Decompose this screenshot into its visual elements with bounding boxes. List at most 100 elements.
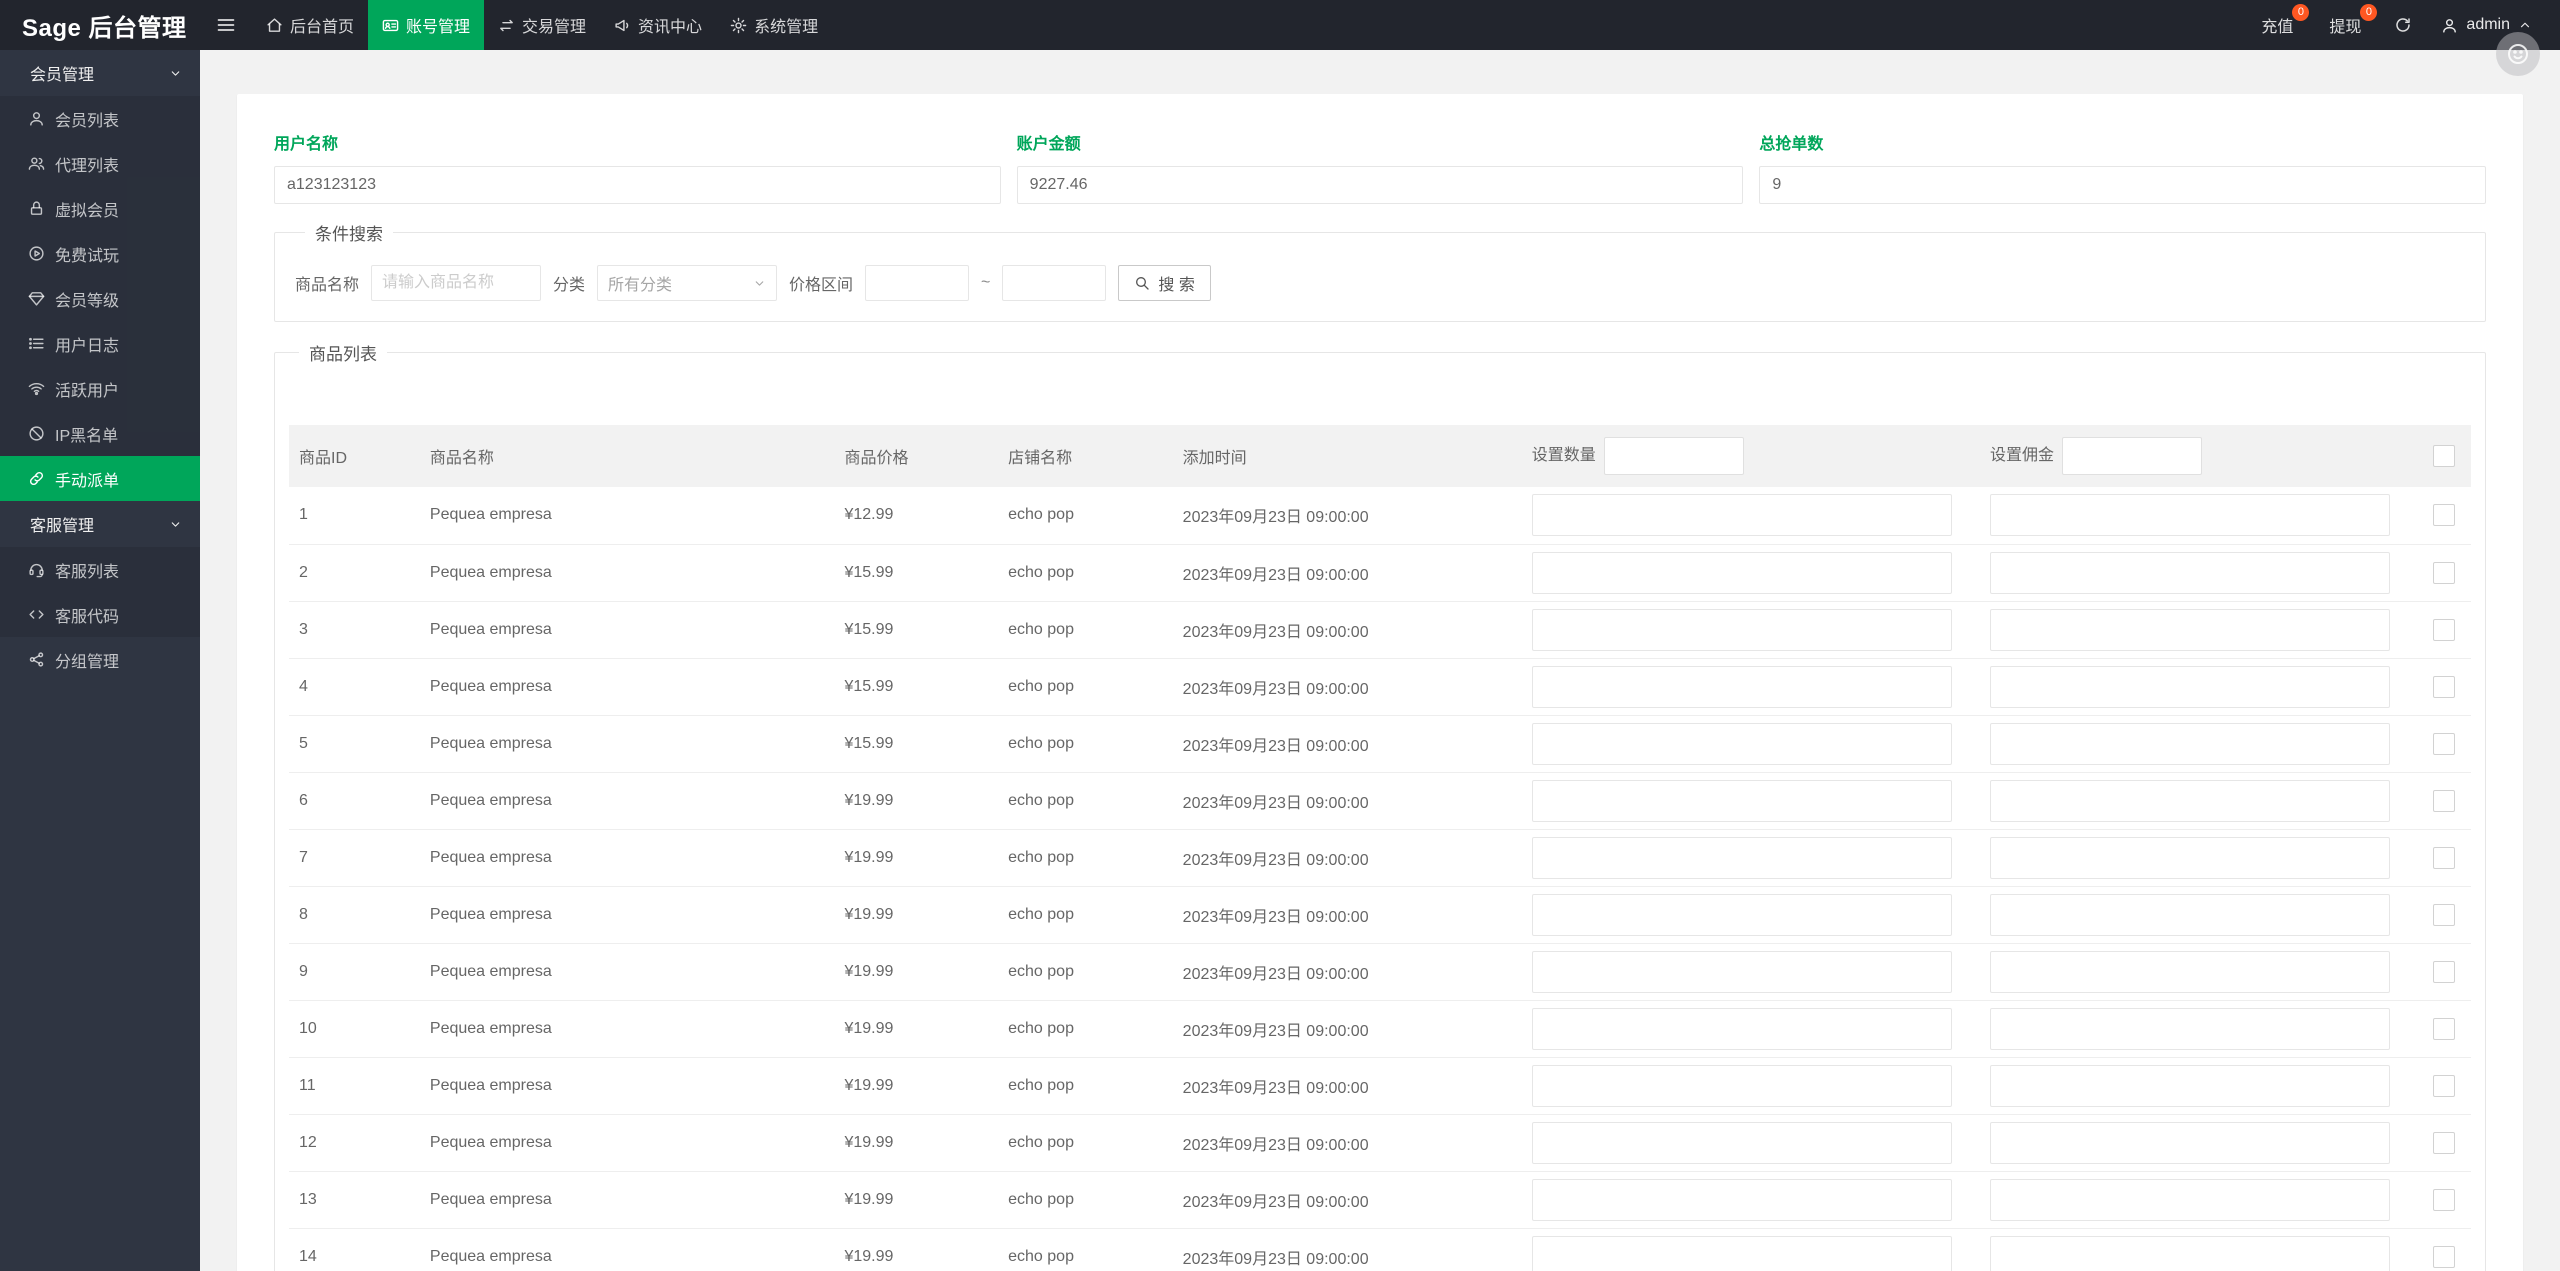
row-checkbox[interactable] [2432, 1074, 2455, 1097]
row-checkbox[interactable] [2432, 903, 2455, 926]
row-checkbox[interactable] [2432, 846, 2455, 869]
quantity-input[interactable] [1531, 836, 1953, 879]
quantity-input[interactable] [1531, 665, 1953, 708]
product-name-cell: Pequea empresa [419, 715, 835, 773]
row-checkbox[interactable] [2432, 789, 2455, 812]
sidebar-item-group-management[interactable]: 分组管理 [0, 637, 200, 682]
nav-tab-news[interactable]: 资讯中心 [600, 0, 716, 50]
quantity-input[interactable] [1531, 1007, 1953, 1050]
sidebar-item-label: 用户日志 [55, 337, 120, 355]
quantity-input[interactable] [1531, 1121, 1953, 1164]
username-input[interactable] [274, 166, 1001, 204]
withdraw-link[interactable]: 提现 0 [2311, 0, 2379, 50]
product-table: 商品ID 商品名称 商品价格 店铺名称 添加时间 设置数量 设置佣金 1 Peq… [289, 425, 2471, 1271]
quantity-input[interactable] [1531, 1064, 1953, 1107]
sidebar-section-label: 会员管理 [30, 67, 95, 84]
category-select[interactable]: 所有分类 [597, 265, 778, 301]
commission-input[interactable] [1990, 665, 2390, 708]
quantity-cell [1521, 772, 1980, 830]
nav-tab-system[interactable]: 系统管理 [716, 0, 832, 50]
commission-input[interactable] [1990, 836, 2390, 879]
row-checkbox[interactable] [2432, 1017, 2455, 1040]
search-fieldset: 条件搜索 商品名称 分类 所有分类 价格区间 ~ 搜 索 [274, 220, 2486, 322]
row-checkbox[interactable] [2432, 618, 2455, 641]
product-id-cell: 6 [289, 772, 420, 830]
nav-tab-account[interactable]: 账号管理 [368, 0, 485, 50]
quantity-input[interactable] [1531, 494, 1953, 537]
sidebar-item-service-code[interactable]: 客服代码 [0, 592, 200, 637]
sidebar-item-manual-dispatch[interactable]: 手动派单 [0, 456, 200, 501]
quantity-input[interactable] [1531, 551, 1953, 594]
sidebar-item-agent-list[interactable]: 代理列表 [0, 141, 200, 186]
product-row: 12 Pequea empresa ¥19.99 echo pop 2023年0… [289, 1114, 2471, 1172]
row-checkbox[interactable] [2432, 504, 2455, 527]
nav-tab-label: 交易管理 [522, 19, 587, 36]
search-button[interactable]: 搜 索 [1118, 265, 1211, 301]
nav-tab-trade[interactable]: 交易管理 [484, 0, 600, 50]
checkbox-cell [2416, 886, 2471, 944]
commission-header-input[interactable] [2062, 437, 2203, 475]
row-checkbox[interactable] [2432, 732, 2455, 755]
quantity-input[interactable] [1531, 1235, 1953, 1271]
balance-input[interactable] [1016, 166, 1744, 204]
sidebar-item-active-users[interactable]: 活跃用户 [0, 366, 200, 411]
commission-input[interactable] [1990, 1121, 2390, 1164]
quantity-input[interactable] [1531, 722, 1953, 765]
sidebar-item-member-level[interactable]: 会员等级 [0, 276, 200, 321]
commission-input[interactable] [1990, 779, 2390, 822]
checkbox-cell [2416, 601, 2471, 659]
recharge-link[interactable]: 充值 0 [2243, 0, 2311, 50]
commission-cell [1980, 1000, 2417, 1058]
select-all-checkbox[interactable] [2432, 445, 2455, 467]
commission-input[interactable] [1990, 950, 2390, 993]
product-table-body: 1 Pequea empresa ¥12.99 echo pop 2023年09… [289, 487, 2471, 1271]
row-checkbox[interactable] [2432, 561, 2455, 584]
quantity-input[interactable] [1531, 893, 1953, 936]
quantity-input[interactable] [1531, 608, 1953, 651]
sidebar-group-service: 客服列表 客服代码 [0, 547, 200, 637]
app-logo: Sage 后台管理 [22, 14, 187, 42]
row-checkbox[interactable] [2432, 675, 2455, 698]
commission-input[interactable] [1990, 1235, 2390, 1271]
quantity-input[interactable] [1531, 779, 1953, 822]
sidebar-item-virtual-member[interactable]: 虚拟会员 [0, 186, 200, 231]
commission-cell [1980, 829, 2417, 887]
price-max-input[interactable] [1002, 265, 1107, 301]
quantity-input[interactable] [1531, 1178, 1953, 1221]
commission-input[interactable] [1990, 494, 2390, 537]
product-name-input[interactable] [371, 265, 542, 301]
floating-assistant-button[interactable] [2496, 32, 2540, 76]
commission-input[interactable] [1990, 1007, 2390, 1050]
quantity-input[interactable] [1531, 950, 1953, 993]
sidebar-item-member-list[interactable]: 会员列表 [0, 96, 200, 141]
share-icon [29, 652, 44, 667]
quantity-header-input[interactable] [1603, 437, 1744, 475]
row-checkbox[interactable] [2432, 1245, 2455, 1268]
sidebar-item-service-list[interactable]: 客服列表 [0, 547, 200, 592]
sidebar-section-member[interactable]: 会员管理 [0, 50, 200, 96]
shop-name-cell: echo pop [998, 601, 1173, 659]
row-checkbox[interactable] [2432, 1188, 2455, 1211]
commission-input[interactable] [1990, 893, 2390, 936]
row-checkbox[interactable] [2432, 960, 2455, 983]
row-checkbox[interactable] [2432, 1131, 2455, 1154]
commission-input[interactable] [1990, 1064, 2390, 1107]
shop-name-cell: echo pop [998, 943, 1173, 1001]
menu-toggle-button[interactable] [200, 0, 252, 50]
price-min-input[interactable] [865, 265, 970, 301]
total-orders-input[interactable] [1759, 166, 2487, 204]
sidebar-section-service[interactable]: 客服管理 [0, 501, 200, 547]
commission-input[interactable] [1990, 722, 2390, 765]
commission-input[interactable] [1990, 551, 2390, 594]
product-name-cell: Pequea empresa [419, 601, 835, 659]
commission-input[interactable] [1990, 1178, 2390, 1221]
nav-tab-dashboard[interactable]: 后台首页 [252, 0, 368, 50]
sidebar-item-user-log[interactable]: 用户日志 [0, 321, 200, 366]
content-card: 用户名称 账户金额 总抢单数 条件搜索 商品名称 分类 所有分类 [237, 94, 2523, 1271]
sidebar-item-free-trial[interactable]: 免费试玩 [0, 231, 200, 276]
commission-input[interactable] [1990, 608, 2390, 651]
refresh-button[interactable] [2379, 0, 2427, 50]
product-id-cell: 11 [289, 1057, 420, 1115]
sidebar-item-ip-blacklist[interactable]: IP黑名单 [0, 411, 200, 456]
product-row: 11 Pequea empresa ¥19.99 echo pop 2023年0… [289, 1057, 2471, 1115]
